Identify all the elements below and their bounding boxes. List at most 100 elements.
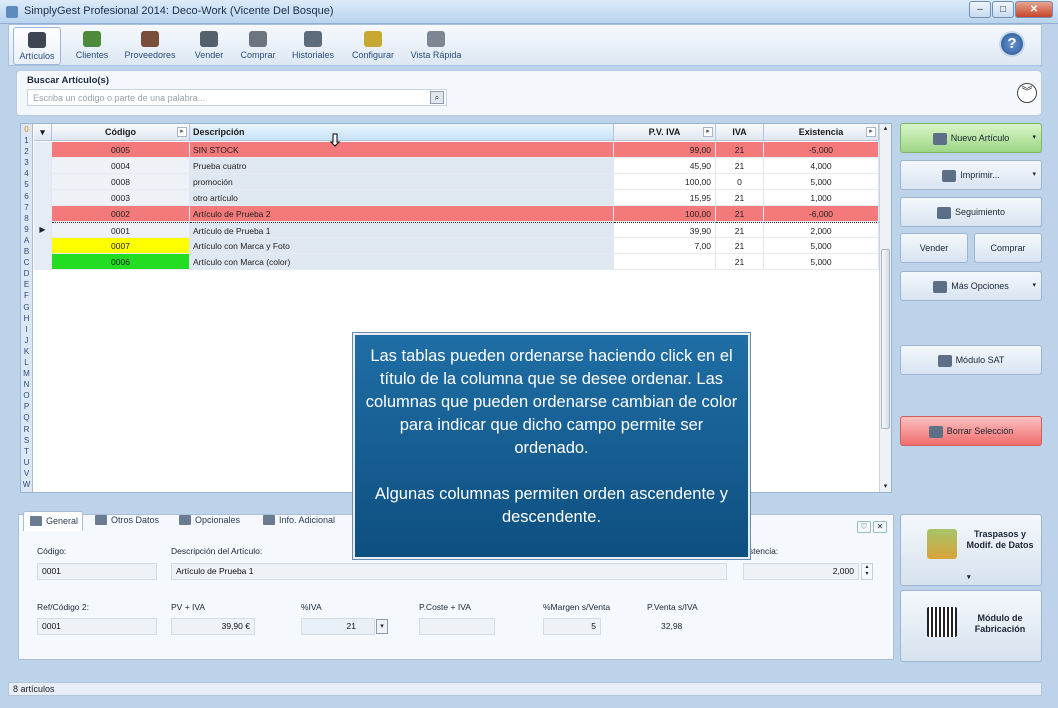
letter-index-item[interactable]: 0	[21, 124, 32, 135]
toolbar-clientes[interactable]: Clientes	[69, 27, 115, 65]
cell-code[interactable]: 0001	[52, 222, 190, 238]
letter-index-item[interactable]: I	[21, 324, 32, 335]
cell-code[interactable]: 0003	[52, 190, 190, 206]
cell-desc[interactable]: otro artículo	[190, 190, 614, 206]
toolbar-historiales[interactable]: Historiales	[287, 27, 339, 65]
cell-desc[interactable]: SIN STOCK	[190, 142, 614, 158]
cell-iva[interactable]: 21	[716, 206, 764, 222]
maximize-button[interactable]: □	[992, 1, 1014, 18]
filter-icon[interactable]: ▸	[703, 127, 713, 137]
stock-stepper[interactable]: ▴ ▾	[861, 563, 873, 580]
letter-index-item[interactable]: F	[21, 290, 32, 301]
letter-index-item[interactable]: 3	[21, 157, 32, 168]
letter-index-item[interactable]: O	[21, 390, 32, 401]
row-selector[interactable]	[34, 190, 52, 206]
cell-ex[interactable]: 5,000	[764, 174, 879, 190]
toolbar-articulos[interactable]: Artículos	[13, 27, 61, 65]
letter-index-item[interactable]: C	[21, 257, 32, 268]
search-icon[interactable]: ⌕	[430, 91, 444, 104]
chevron-down-icon[interactable]: ▾	[376, 619, 388, 634]
table-row[interactable]: 0005 SIN STOCK 99,00 21 -5,000	[34, 142, 879, 158]
cell-code[interactable]: 0006	[52, 254, 190, 270]
cell-iva[interactable]: 21	[716, 142, 764, 158]
letter-index-item[interactable]: U	[21, 457, 32, 468]
toolbar-proveedores[interactable]: Proveedores	[121, 27, 179, 65]
tab-opcionales[interactable]: Opcionales	[173, 511, 251, 531]
toolbar-vista-rapida[interactable]: Vista Rápida	[407, 27, 465, 65]
column-header-existencia[interactable]: Existencia ▸	[764, 124, 879, 141]
margin-field[interactable]: 5	[543, 618, 601, 635]
iva-select[interactable]: 21	[301, 618, 375, 635]
cell-pv[interactable]: 7,00	[614, 238, 716, 254]
letter-index-item[interactable]: S	[21, 435, 32, 446]
cell-iva[interactable]: 21	[716, 190, 764, 206]
letter-index-item[interactable]: 2	[21, 146, 32, 157]
tab-info-adicional[interactable]: Info. Adicional	[257, 511, 349, 531]
new-article-button[interactable]: Nuevo Artículo ▾	[900, 123, 1042, 153]
favorite-icon[interactable]: ♡	[857, 521, 871, 533]
transfers-button[interactable]: Traspasos y Modif. de Datos ▾	[900, 514, 1042, 586]
row-selector[interactable]	[34, 238, 52, 254]
cell-pv[interactable]: 99,00	[614, 142, 716, 158]
toolbar-comprar[interactable]: Comprar	[235, 27, 281, 65]
cell-ex[interactable]: 5,000	[764, 254, 879, 270]
collapse-icon[interactable]: ︾	[1017, 83, 1037, 103]
cell-iva[interactable]: 0	[716, 174, 764, 190]
description-field[interactable]: Artículo de Prueba 1	[171, 563, 727, 580]
cell-code[interactable]: 0004	[52, 158, 190, 174]
letter-index[interactable]: 0123456789ABCDEFGHIJKLMNOPQRSTUVW	[21, 124, 33, 492]
scroll-up-icon[interactable]: ▴	[880, 124, 891, 132]
clear-selection-button[interactable]: Borrar Selección	[900, 416, 1042, 446]
cell-code[interactable]: 0002	[52, 206, 190, 222]
cell-pv[interactable]	[614, 254, 716, 270]
cell-ex[interactable]: -5,000	[764, 142, 879, 158]
cell-ex[interactable]: 1,000	[764, 190, 879, 206]
code-field[interactable]: 0001	[37, 563, 157, 580]
column-selector[interactable]: ▾	[34, 124, 52, 141]
letter-index-item[interactable]: 7	[21, 202, 32, 213]
ref-field[interactable]: 0001	[37, 618, 157, 635]
letter-index-item[interactable]: J	[21, 335, 32, 346]
row-selector[interactable]	[34, 142, 52, 158]
letter-index-item[interactable]: 8	[21, 213, 32, 224]
cell-desc[interactable]: Artículo con Marca (color)	[190, 254, 614, 270]
cell-desc[interactable]: Artículo de Prueba 2	[190, 206, 614, 222]
letter-index-item[interactable]: 6	[21, 191, 32, 202]
table-row[interactable]: 0003 otro artículo 15,95 21 1,000	[34, 190, 879, 206]
letter-index-item[interactable]: M	[21, 368, 32, 379]
cell-desc[interactable]: Prueba cuatro	[190, 158, 614, 174]
cell-code[interactable]: 0005	[52, 142, 190, 158]
cell-desc[interactable]: Artículo con Marca y Foto	[190, 238, 614, 254]
table-row[interactable]: 0007 Artículo con Marca y Foto 7,00 21 5,000	[34, 238, 879, 254]
cell-pv[interactable]: 100,00	[614, 206, 716, 222]
more-options-button[interactable]: Más Opciones ▾	[900, 271, 1042, 301]
close-panel-icon[interactable]: ✕	[873, 521, 887, 533]
filter-icon[interactable]: ▸	[866, 127, 876, 137]
letter-index-item[interactable]: A	[21, 235, 32, 246]
close-button[interactable]: ✕	[1015, 1, 1053, 18]
buy-button[interactable]: Comprar	[974, 233, 1042, 263]
tab-otros-datos[interactable]: Otros Datos	[89, 511, 167, 531]
table-row[interactable]: 0004 Prueba cuatro 45,90 21 4,000	[34, 158, 879, 174]
print-button[interactable]: Imprimir... ▾	[900, 160, 1042, 190]
letter-index-item[interactable]: 4	[21, 168, 32, 179]
scroll-down-icon[interactable]: ▾	[880, 482, 891, 490]
scroll-thumb[interactable]	[881, 249, 890, 429]
cell-pv[interactable]: 45,90	[614, 158, 716, 174]
cell-code[interactable]: 0007	[52, 238, 190, 254]
column-header-code[interactable]: Código ▸	[52, 124, 190, 141]
cost-field[interactable]	[419, 618, 495, 635]
row-selector[interactable]	[34, 206, 52, 222]
letter-index-item[interactable]: V	[21, 468, 32, 479]
cell-pv[interactable]: 39,90	[614, 222, 716, 238]
letter-index-item[interactable]: E	[21, 279, 32, 290]
toolbar-configurar[interactable]: Configurar	[347, 27, 399, 65]
letter-index-item[interactable]: 9	[21, 224, 32, 235]
cell-iva[interactable]: 21	[716, 238, 764, 254]
letter-index-item[interactable]: D	[21, 268, 32, 279]
cell-ex[interactable]: 2,000	[764, 222, 879, 238]
letter-index-item[interactable]: L	[21, 357, 32, 368]
minimize-button[interactable]: –	[969, 1, 991, 18]
toolbar-vender[interactable]: Vender	[187, 27, 231, 65]
cell-ex[interactable]: 4,000	[764, 158, 879, 174]
